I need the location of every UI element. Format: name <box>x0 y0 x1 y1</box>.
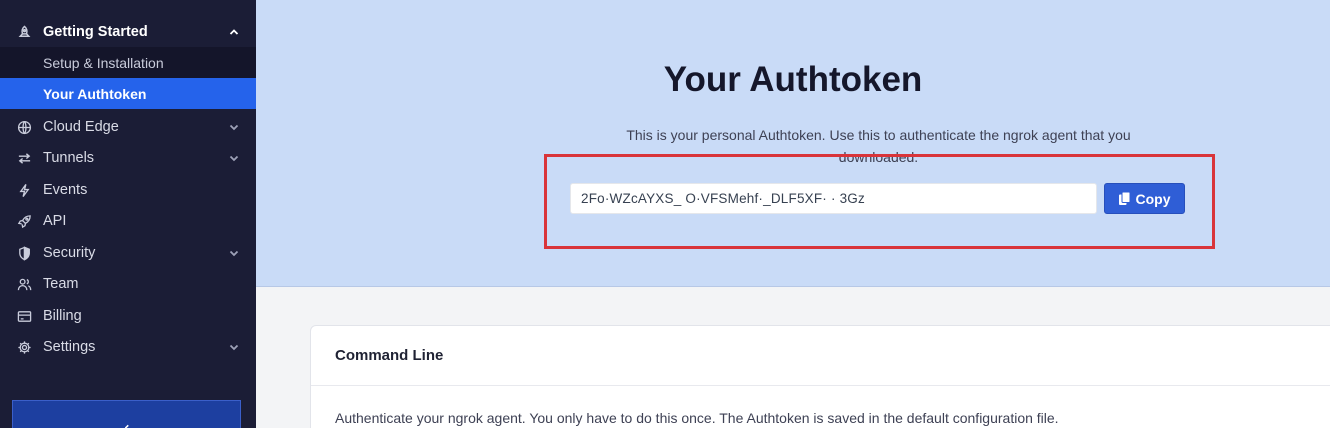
chevron-down-icon <box>229 250 239 257</box>
card-description: Authenticate your ngrok agent. You only … <box>335 410 1059 426</box>
command-line-card: Command Line Authenticate your ngrok age… <box>310 325 1330 428</box>
rocket-icon <box>15 23 33 41</box>
card-icon <box>15 307 33 325</box>
sidebar-item-your-authtoken[interactable]: Your Authtoken <box>0 78 256 109</box>
sidebar-item-label: Events <box>43 182 88 198</box>
page-title: Your Authtoken <box>663 60 923 99</box>
authtoken-hero: Your Authtoken This is your personal Aut… <box>256 0 1330 287</box>
sidebar-item-label: Billing <box>43 308 82 324</box>
chevron-down-icon <box>229 344 239 351</box>
sidebar-item-events[interactable]: Events <box>0 174 256 206</box>
promo-icon: ❲ <box>118 421 135 428</box>
chevron-down-icon <box>229 124 239 131</box>
sidebar-item-setup-installation[interactable]: Setup & Installation <box>0 47 256 78</box>
sidebar: Getting Started Setup & Installation You… <box>0 0 256 428</box>
sidebar-section-label: Getting Started <box>43 24 148 40</box>
rocket-icon <box>15 212 33 230</box>
card-title: Command Line <box>335 347 444 364</box>
sidebar-item-label: Team <box>43 276 79 292</box>
copy-button-label: Copy <box>1135 190 1171 207</box>
sidebar-item-label: Cloud Edge <box>43 119 119 135</box>
authtoken-field[interactable]: 2Fo·WZcAYXS_ O·VFSMehf·_DLF5XF· · 3Gz <box>570 183 1097 214</box>
sidebar-item-label: API <box>43 213 67 229</box>
globe-icon <box>15 118 33 136</box>
arrows-icon <box>15 149 33 167</box>
sidebar-section-getting-started[interactable]: Getting Started <box>0 16 256 48</box>
sidebar-item-label: Your Authtoken <box>43 85 147 102</box>
sidebar-item-label: Settings <box>43 339 96 355</box>
bolt-icon <box>15 181 33 199</box>
sidebar-item-label: Setup & Installation <box>43 54 164 71</box>
gear-icon <box>15 338 33 356</box>
copy-icon <box>1118 192 1130 205</box>
promo-card[interactable]: ❲ <box>12 400 241 428</box>
chevron-down-icon <box>229 155 239 162</box>
sidebar-item-billing[interactable]: Billing <box>0 300 256 332</box>
sidebar-item-security[interactable]: Security <box>0 237 256 269</box>
sidebar-item-tunnels[interactable]: Tunnels <box>0 142 256 174</box>
team-icon <box>15 275 33 293</box>
sidebar-item-label: Tunnels <box>43 150 95 166</box>
sidebar-item-settings[interactable]: Settings <box>0 331 256 363</box>
shield-icon <box>15 244 33 262</box>
sidebar-item-api[interactable]: API <box>0 205 256 237</box>
chevron-up-icon <box>229 29 239 35</box>
sidebar-item-team[interactable]: Team <box>0 268 256 300</box>
copy-button[interactable]: Copy <box>1104 183 1185 214</box>
card-header: Command Line <box>311 326 1330 386</box>
sidebar-item-label: Security <box>43 245 96 261</box>
sidebar-item-cloud-edge[interactable]: Cloud Edge <box>0 111 256 143</box>
